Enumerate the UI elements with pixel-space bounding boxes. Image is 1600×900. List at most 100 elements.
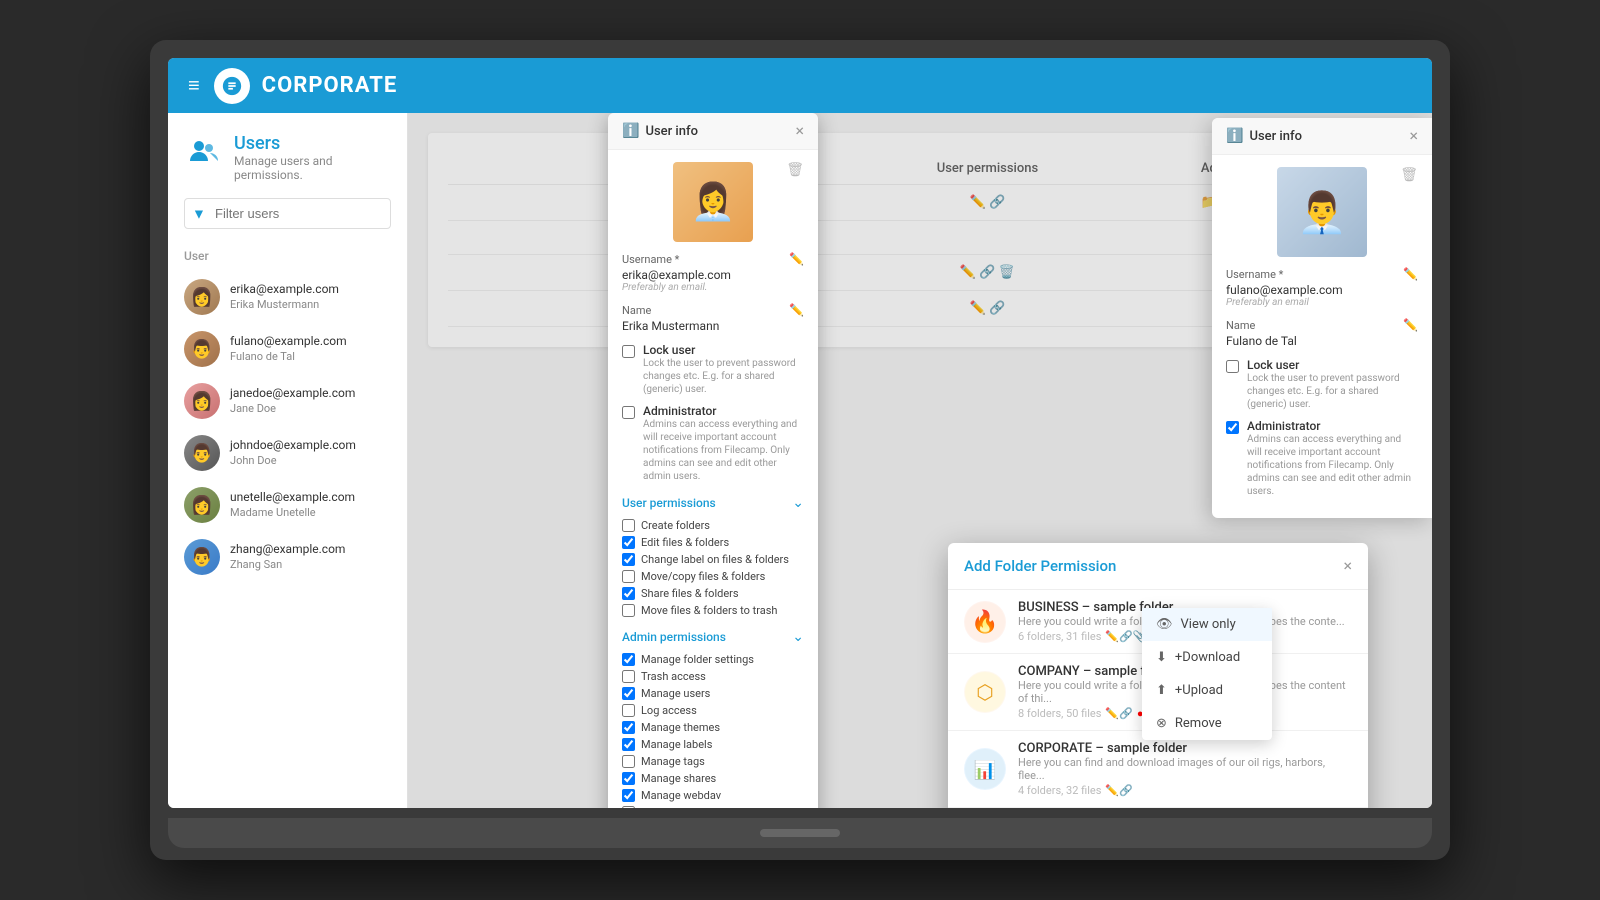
right-administrator-checkbox[interactable] [1226,421,1239,434]
admin-permissions-toggle[interactable]: ⌄ [792,629,804,645]
download-label: +Download [1175,650,1240,665]
right-username-value: fulano@example.com [1226,283,1418,297]
sidebar-header: Users Manage users and permissions. [168,133,407,198]
manage-users-checkbox[interactable] [622,687,635,700]
add-folder-modal-header: Add Folder Permission × [948,543,1368,590]
perm-item: Manage labels [622,738,804,751]
upload-icon: ⬆ [1156,683,1167,698]
perm-item: Manage folder settings [622,653,804,666]
right-username-field: Username * ✏️ fulano@example.com Prefera… [1226,267,1418,308]
user-permissions-title: User permissions [622,496,716,510]
hamburger-icon[interactable]: ≡ [188,73,200,98]
folder-logo-company: ⬡ [964,671,1006,713]
username-field: Username * ✏️ erika@example.com Preferab… [622,252,804,293]
right-panel-close[interactable]: × [1409,128,1418,144]
folder-logo-corporate: 📊 [964,748,1006,790]
user-email: johndoe@example.com [230,438,356,454]
user-permissions-toggle[interactable]: ⌄ [792,495,804,511]
right-panel-photo: 👨‍💼 🗑 [1226,167,1418,257]
change-label-checkbox[interactable] [622,553,635,566]
right-name-label: Name [1226,319,1255,332]
user-name: Jane Doe [230,402,355,416]
edit-name-icon[interactable]: ✏️ [1403,318,1418,332]
perm-item: Manage users [622,687,804,700]
avatar: 👨 [184,435,220,471]
name-label: Name [622,304,651,317]
right-username-label: Username * [1226,268,1283,281]
remove-label: Remove [1175,716,1222,731]
perm-item: Share files & folders [622,587,804,600]
log-access-checkbox[interactable] [622,704,635,717]
manage-folder-settings-checkbox[interactable] [622,653,635,666]
list-item[interactable]: 👨 johndoe@example.com John Doe [168,427,407,479]
edit-name-icon[interactable]: ✏️ [789,303,804,317]
user-photo: 👩‍💼 [673,162,753,242]
view-only-label: View only [1181,617,1236,632]
modal-close-button[interactable]: × [795,123,804,139]
user-email: unetelle@example.com [230,490,355,506]
manage-themes-checkbox[interactable] [622,721,635,734]
sidebar-subtitle: Manage users and permissions. [234,154,387,182]
avatar: 👨 [184,331,220,367]
list-item[interactable]: 👩 erika@example.com Erika Mustermann [168,271,407,323]
edit-username-icon[interactable]: ✏️ [1403,267,1418,281]
lock-user-label: Lock user [643,343,804,357]
user-email: fulano@example.com [230,334,347,350]
name-field: Name ✏️ Erika Mustermann [622,303,804,333]
right-lock-user-label: Lock user [1247,358,1418,372]
administrator-checkbox[interactable] [622,406,635,419]
app-title: CORPORATE [262,73,398,98]
administrator-checkbox-row: Administrator Admins can access everythi… [622,404,804,483]
trash-access-checkbox[interactable] [622,670,635,683]
username-value: erika@example.com [622,268,804,282]
edit-username-icon[interactable]: ✏️ [789,252,804,266]
modal-body: 👩‍💼 🗑 Username * ✏️ erika@example.com [608,150,818,808]
context-menu-item-download[interactable]: ⬇ +Download [1142,641,1272,674]
filter-input[interactable] [184,198,391,229]
context-menu-item-upload[interactable]: ⬆ +Upload [1142,674,1272,707]
delete-photo-icon[interactable]: 🗑 [1400,167,1418,183]
add-folder-modal-close[interactable]: × [1343,558,1352,574]
folder-list-item[interactable]: 📊 CORPORATE – sample folder Here you can… [948,731,1368,808]
view-only-icon: 👁 [1156,617,1173,632]
right-name-field: Name ✏️ Fulano de Tal [1226,318,1418,348]
list-item[interactable]: 👩 janedoe@example.com Jane Doe [168,375,407,427]
list-item[interactable]: 👨 fulano@example.com Fulano de Tal [168,323,407,375]
move-copy-checkbox[interactable] [622,570,635,583]
list-item[interactable]: 👨 zhang@example.com Zhang San [168,531,407,583]
admin-permissions-title: Admin permissions [622,630,726,644]
perm-item: Edit files & folders [622,536,804,549]
main-area: User permissions Admin permissions ✏️ 🔗 … [408,113,1432,808]
right-panel-title: User info [1249,129,1302,144]
manage-labels-checkbox[interactable] [622,738,635,751]
right-lock-user-checkbox[interactable] [1226,360,1239,373]
download-icon: ⬇ [1156,650,1167,665]
edit-files-checkbox[interactable] [622,536,635,549]
context-menu-item-view-only[interactable]: 👁 View only [1142,608,1272,641]
delete-photo-icon[interactable]: 🗑 [786,162,804,178]
move-trash-checkbox[interactable] [622,604,635,617]
perm-item: Manage webdav [622,789,804,802]
list-item[interactable]: 👩 unetelle@example.com Madame Unetelle [168,479,407,531]
lock-user-checkbox[interactable] [622,345,635,358]
folder-name: CORPORATE – sample folder [1018,741,1352,756]
context-menu-item-remove[interactable]: ⊗ Remove [1142,707,1272,740]
perm-item: Move/copy files & folders [622,570,804,583]
info-icon: ℹ️ [1226,128,1243,144]
perm-item: Manage themes [622,721,804,734]
manage-tags-checkbox[interactable] [622,755,635,768]
right-administrator-desc: Admins can access everything and will re… [1247,433,1418,498]
manage-shares-checkbox[interactable] [622,772,635,785]
user-list: 👩 erika@example.com Erika Mustermann 👨 f… [168,271,407,583]
folder-info: CORPORATE – sample folder Here you can f… [1018,741,1352,797]
sidebar-title: Users [234,133,387,154]
create-folders-checkbox[interactable] [622,519,635,532]
admin-permissions-list: Manage folder settings Trash access Mana… [622,653,804,808]
app-logo [214,68,250,104]
folder-logo-business: 🔥 [964,601,1006,643]
manage-pages-checkbox[interactable] [622,806,635,808]
manage-webdav-checkbox[interactable] [622,789,635,802]
right-administrator-row: Administrator Admins can access everythi… [1226,419,1418,498]
sidebar: Users Manage users and permissions. ▼ Us… [168,113,408,808]
share-files-checkbox[interactable] [622,587,635,600]
